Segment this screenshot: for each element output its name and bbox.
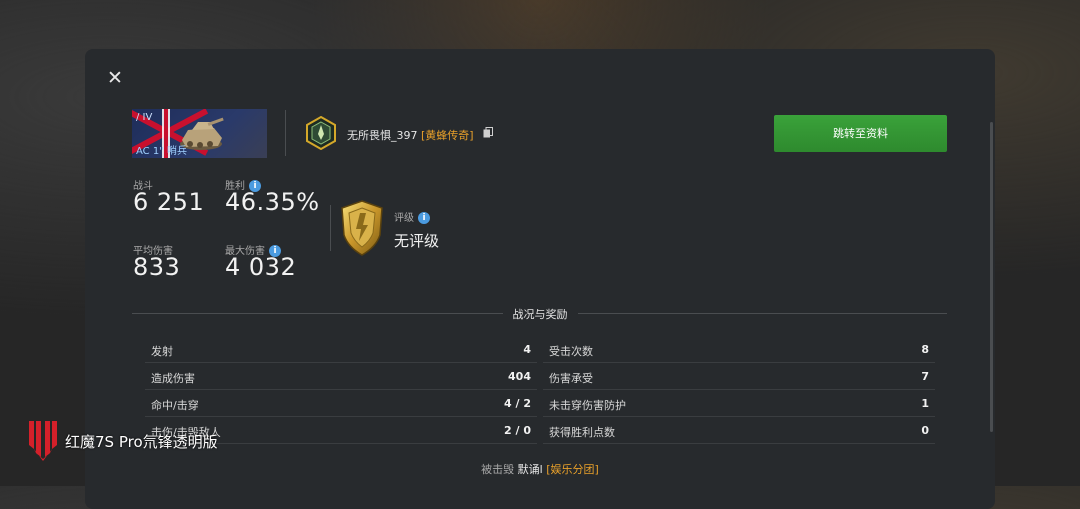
stat-row-label: 造成伤害 (151, 372, 195, 385)
max-damage-value: 4 032 (225, 253, 297, 281)
avg-damage-value: 833 (133, 253, 181, 281)
section-title: 战况与奖励 (0, 306, 1080, 322)
stat-row: 造成伤害 404 (145, 363, 537, 390)
info-icon[interactable]: i (418, 212, 430, 224)
stat-row: 伤害承受 7 (543, 363, 935, 390)
stat-row-value: 1 (921, 397, 929, 410)
stat-row-label: 受击次数 (549, 345, 593, 358)
killed-by-label: 被击毁 (481, 463, 515, 476)
stat-row-label: 获得胜利点数 (549, 426, 615, 439)
rating-shield-icon (341, 200, 383, 256)
stat-row-value: 4 / 2 (504, 397, 531, 410)
rank-badge-icon (306, 116, 336, 150)
killed-by-line: 被击毁 默诵l [娱乐分团] (0, 461, 1080, 477)
stat-row-label: 伤害承受 (549, 372, 593, 385)
rating-label: 评级 (394, 213, 414, 224)
stat-row-value: 2 / 0 (504, 424, 531, 437)
stat-row: 未击穿伤害防护 1 (543, 390, 935, 417)
scrollbar[interactable] (990, 122, 993, 432)
stat-row: 命中/击穿 4 / 2 (145, 390, 537, 417)
player-name-text: 无所畏惧_397 (347, 129, 418, 142)
stat-row-value: 7 (921, 370, 929, 383)
rating-label-wrap: 评级 i (394, 209, 430, 224)
divider (285, 110, 286, 156)
tank-tier: / IV (136, 112, 153, 123)
rating-value: 无评级 (394, 232, 440, 250)
stat-row-label: 发射 (151, 345, 173, 358)
stat-row: 发射 4 (145, 336, 537, 363)
stat-row-value: 404 (508, 370, 531, 383)
stat-row-label: 命中/击穿 (151, 399, 199, 412)
stat-row-label: 未击穿伤害防护 (549, 399, 626, 412)
divider (330, 205, 331, 251)
stat-row-value: 4 (523, 343, 531, 356)
redmagic-logo-icon (29, 421, 57, 461)
section-title-text: 战况与奖励 (502, 308, 578, 321)
wins-value: 46.35% (225, 188, 320, 216)
stat-row: 获得胜利点数 0 (543, 417, 935, 444)
tank-name: AC 1" 哨兵 (136, 146, 187, 157)
copy-icon[interactable] (483, 127, 493, 138)
battles-value: 6 251 (133, 188, 205, 216)
killer-clan: [娱乐分团] (546, 463, 599, 476)
go-to-profile-button[interactable]: 跳转至资料 (774, 115, 947, 152)
killer-name[interactable]: 默诵l (518, 463, 543, 476)
close-icon[interactable]: ✕ (105, 68, 125, 88)
stat-row: 受击次数 8 (543, 336, 935, 363)
stat-row-value: 8 (921, 343, 929, 356)
player-clan: [黄蜂传奇] (421, 129, 474, 142)
player-name: 无所畏惧_397 [黄蜂传奇] (347, 127, 474, 143)
stat-row-value: 0 (921, 424, 929, 437)
watermark-text: 红魔7S Pro氘锋透明版 (65, 433, 218, 451)
